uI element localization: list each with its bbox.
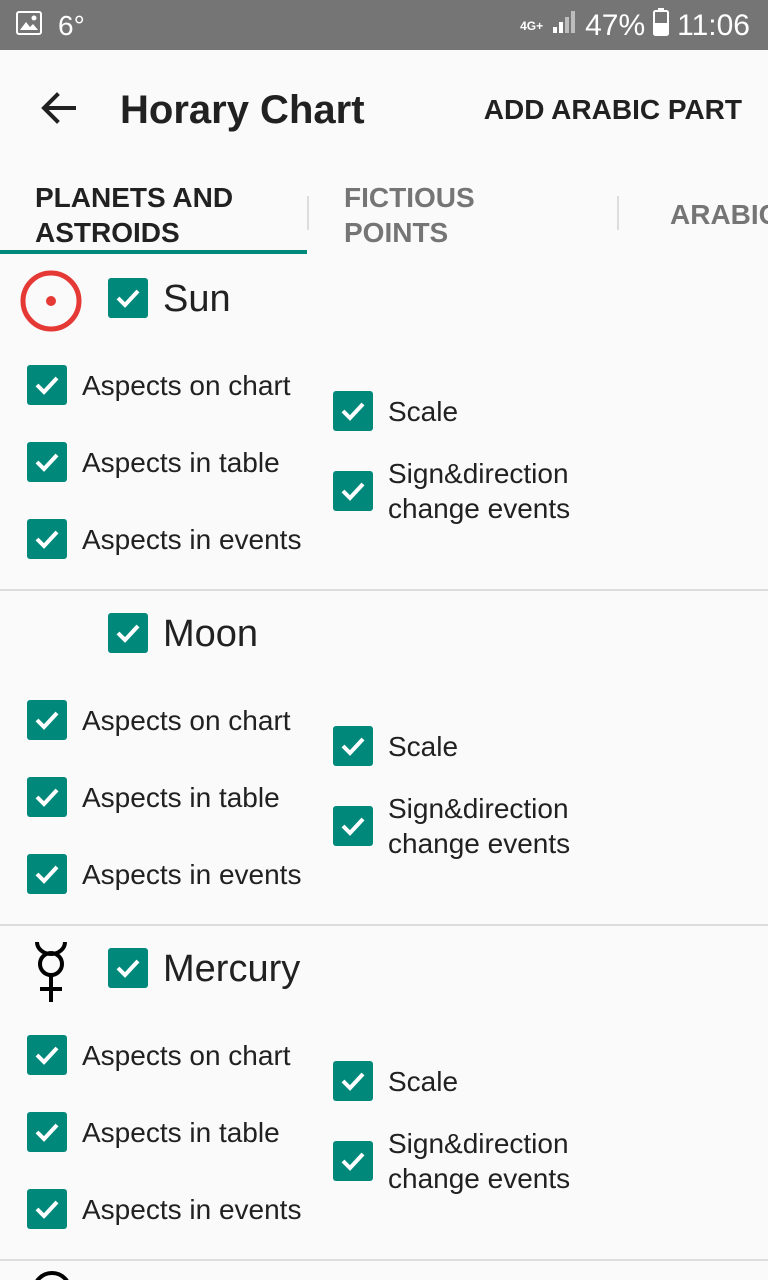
option-label: Sign&direction change events <box>388 1126 570 1196</box>
back-button[interactable] <box>26 78 90 142</box>
planet-card-sun: Sun Aspects on chart Aspects in table As… <box>0 256 768 591</box>
scale-checkbox[interactable] <box>333 391 373 431</box>
aspects-in-events-option[interactable]: Aspects in events <box>27 519 301 559</box>
signal-icon <box>551 9 577 43</box>
planet-list[interactable]: Sun Aspects on chart Aspects in table As… <box>0 256 768 1280</box>
status-bar: 6° 4G+ 47% 11:06 <box>0 0 768 50</box>
clock-time: 11:06 <box>677 9 750 42</box>
tab-planets-and-astroids[interactable]: PLANETS AND ASTROIDS <box>35 180 233 256</box>
tab-label: ASTROIDS <box>35 217 180 248</box>
network-type: 4G+ <box>520 19 544 33</box>
planet-card-moon: Moon Aspects on chart Aspects in table A… <box>0 591 768 926</box>
arrow-back-icon <box>38 88 78 133</box>
tab-arabic[interactable]: ARABIC <box>670 197 768 256</box>
moon-symbol-icon <box>18 603 84 669</box>
aspects-on-chart-checkbox[interactable] <box>27 700 67 740</box>
option-label: Aspects in events <box>82 1193 302 1225</box>
planet-header: Sun <box>0 256 768 346</box>
aspects-in-events-option[interactable]: Aspects in events <box>27 854 301 894</box>
aspects-in-events-checkbox[interactable] <box>27 519 67 559</box>
tab-fictious-points[interactable]: FICTIOUS POINTS <box>344 180 475 256</box>
aspects-in-events-option[interactable]: Aspects in events <box>27 1189 301 1229</box>
sign-direction-checkbox[interactable] <box>333 806 373 846</box>
option-label: Aspects on chart <box>82 1039 291 1071</box>
aspects-on-chart-option[interactable]: Aspects on chart <box>27 365 291 405</box>
option-label: Sign&direction change events <box>388 791 570 861</box>
tab-divider <box>307 196 309 230</box>
venus-symbol-icon <box>30 1271 74 1280</box>
page-title: Horary Chart <box>120 88 365 132</box>
option-label: Aspects in table <box>82 781 280 813</box>
option-label-line: change events <box>388 828 571 859</box>
tab-label: ARABIC <box>670 199 768 230</box>
planet-header: Moon <box>0 591 768 681</box>
tab-label: POINTS <box>344 217 449 248</box>
tab-bar: PLANETS AND ASTROIDS FICTIOUS POINTS ARA… <box>0 174 768 256</box>
temperature-text: 6° <box>58 10 85 41</box>
option-label: Sign&direction change events <box>388 456 570 526</box>
tab-label: PLANETS AND <box>35 182 234 213</box>
image-notification-icon <box>16 10 42 42</box>
aspects-in-events-checkbox[interactable] <box>27 1189 67 1229</box>
option-label: Aspects in events <box>82 523 302 555</box>
sign-direction-option[interactable]: Sign&direction change events <box>333 456 570 526</box>
aspects-in-table-option[interactable]: Aspects in table <box>27 777 280 817</box>
aspects-on-chart-option[interactable]: Aspects on chart <box>27 1035 291 1075</box>
add-arabic-part-button[interactable]: ADD ARABIC PART <box>484 94 742 126</box>
option-label: Scale <box>388 1065 459 1097</box>
option-label-line: Sign&direction <box>388 458 569 489</box>
option-label: Scale <box>388 395 459 427</box>
option-label-line: Sign&direction <box>388 793 569 824</box>
sign-direction-checkbox[interactable] <box>333 1141 373 1181</box>
option-label-line: change events <box>388 1163 571 1194</box>
aspects-on-chart-checkbox[interactable] <box>27 1035 67 1075</box>
scale-option[interactable]: Scale <box>333 1061 458 1101</box>
planet-header: Mercury <box>0 926 768 1016</box>
aspects-in-events-checkbox[interactable] <box>27 854 67 894</box>
scale-option[interactable]: Scale <box>333 726 458 766</box>
aspects-on-chart-option[interactable]: Aspects on chart <box>27 700 291 740</box>
option-label: Scale <box>388 730 459 762</box>
aspects-in-table-checkbox[interactable] <box>27 777 67 817</box>
planet-card-mercury: Mercury Aspects on chart Aspects in tabl… <box>0 926 768 1261</box>
tab-divider <box>617 196 619 230</box>
scale-checkbox[interactable] <box>333 726 373 766</box>
sign-direction-checkbox[interactable] <box>333 471 373 511</box>
planet-name: Mercury <box>163 948 301 990</box>
option-label: Aspects in events <box>82 858 302 890</box>
app-bar: Horary Chart ADD ARABIC PART <box>0 50 768 174</box>
scale-option[interactable]: Scale <box>333 391 458 431</box>
scale-checkbox[interactable] <box>333 1061 373 1101</box>
sign-direction-option[interactable]: Sign&direction change events <box>333 1126 570 1196</box>
battery-percent: 47% <box>585 9 646 42</box>
planet-card-next <box>0 1261 768 1280</box>
aspects-in-table-option[interactable]: Aspects in table <box>27 1112 280 1152</box>
option-label-line: change events <box>388 493 571 524</box>
planet-enabled-checkbox[interactable] <box>108 613 148 653</box>
active-tab-indicator <box>0 250 307 254</box>
aspects-on-chart-checkbox[interactable] <box>27 365 67 405</box>
planet-enabled-checkbox[interactable] <box>108 948 148 988</box>
planet-enabled-checkbox[interactable] <box>108 278 148 318</box>
mercury-symbol-icon <box>18 938 84 1004</box>
option-label: Aspects on chart <box>82 369 291 401</box>
option-label-line: Sign&direction <box>388 1128 569 1159</box>
option-label: Aspects in table <box>82 1116 280 1148</box>
sign-direction-option[interactable]: Sign&direction change events <box>333 791 570 861</box>
aspects-in-table-checkbox[interactable] <box>27 442 67 482</box>
option-label: Aspects in table <box>82 446 280 478</box>
battery-icon <box>653 8 670 44</box>
planet-name: Sun <box>163 278 231 320</box>
tab-label: FICTIOUS <box>344 182 475 213</box>
sun-symbol-icon <box>18 268 84 334</box>
option-label: Aspects on chart <box>82 704 291 736</box>
aspects-in-table-checkbox[interactable] <box>27 1112 67 1152</box>
planet-name: Moon <box>163 613 259 655</box>
aspects-in-table-option[interactable]: Aspects in table <box>27 442 280 482</box>
